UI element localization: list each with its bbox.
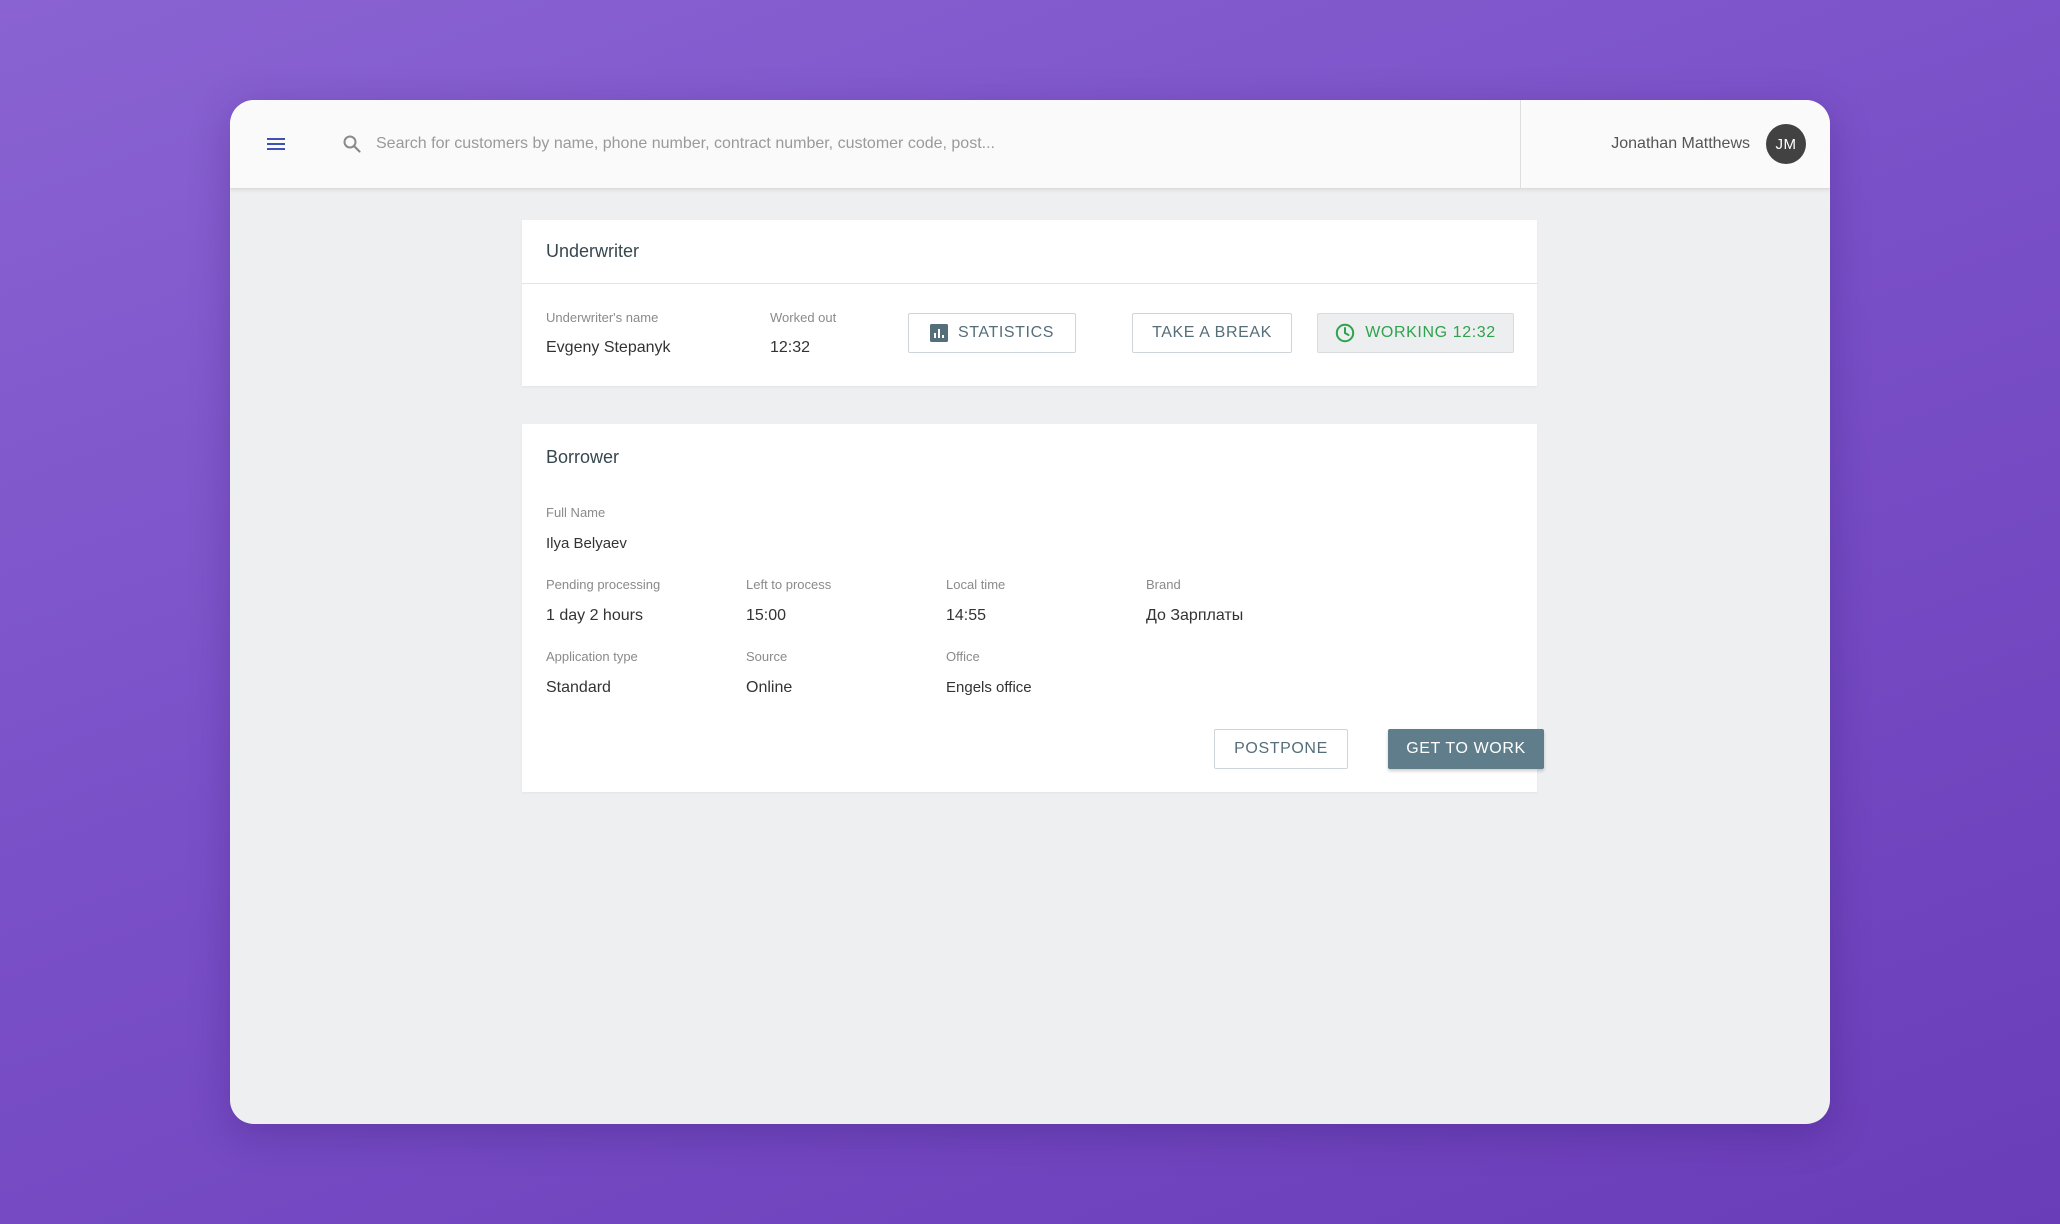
user-name: Jonathan Matthews [1611, 135, 1750, 152]
get-to-work-button[interactable]: GET TO WORK [1388, 729, 1544, 769]
source-value: Online [746, 679, 793, 696]
bar-chart-icon [929, 324, 948, 342]
get-to-work-button-label: GET TO WORK [1406, 740, 1526, 757]
working-status-button[interactable]: WORKING 12:32 [1317, 313, 1514, 353]
top-bar: Jonathan Matthews JM [230, 100, 1830, 189]
borrower-card: Borrower Full Name Ilya Belyaev Pending … [522, 424, 1544, 792]
left-to-process-label: Left to process [746, 577, 832, 592]
full-name-value: Ilya Belyaev [546, 535, 627, 552]
office-label: Office [946, 649, 980, 664]
topbar-divider [1520, 100, 1521, 188]
working-status-label: WORKING 12:32 [1365, 324, 1496, 341]
source-label: Source [746, 649, 788, 664]
application-type-label: Application type [546, 649, 638, 664]
take-a-break-label: TAKE A BREAK [1152, 324, 1272, 341]
avatar[interactable]: JM [1766, 124, 1806, 164]
statistics-button-label: STATISTICS [957, 324, 1055, 341]
application-type-value: Standard [546, 679, 611, 696]
hamburger-menu-icon [267, 138, 285, 150]
brand-value: До Зарплаты [1146, 607, 1244, 624]
search-icon [340, 132, 364, 156]
search-input[interactable] [374, 134, 1278, 154]
office-value: Engels office [946, 679, 1032, 696]
search-bar [340, 100, 1340, 188]
full-name-label: Full Name [546, 505, 606, 520]
underwriter-name-value: Evgeny Stepanyk [546, 339, 671, 356]
postpone-button-label: POSTPONE [1234, 740, 1328, 757]
clock-icon [1335, 323, 1355, 343]
local-time-value: 14:55 [946, 607, 987, 624]
take-a-break-button[interactable]: TAKE A BREAK [1132, 313, 1292, 353]
left-to-process-value: 15:00 [746, 607, 787, 624]
statistics-button[interactable]: STATISTICS [908, 313, 1076, 353]
borrower-card-title: Borrower [546, 447, 620, 467]
brand-label: Brand [1146, 577, 1181, 592]
worked-out-label: Worked out [770, 310, 837, 325]
pending-processing-label: Pending processing [546, 577, 661, 592]
menu-button[interactable] [260, 128, 292, 160]
user-menu[interactable]: Jonathan Matthews JM [1611, 100, 1806, 188]
postpone-button[interactable]: POSTPONE [1214, 729, 1348, 769]
local-time-label: Local time [946, 577, 1006, 592]
pending-processing-value: 1 day 2 hours [546, 607, 643, 624]
app-window: Jonathan Matthews JM Underwriter Underwr… [230, 100, 1830, 1124]
worked-out-value: 12:32 [770, 339, 811, 356]
underwriter-name-label: Underwriter's name [546, 310, 659, 325]
underwriter-card: Underwriter Underwriter's name Evgeny St… [522, 220, 1537, 386]
underwriter-card-title: Underwriter [522, 220, 1537, 284]
